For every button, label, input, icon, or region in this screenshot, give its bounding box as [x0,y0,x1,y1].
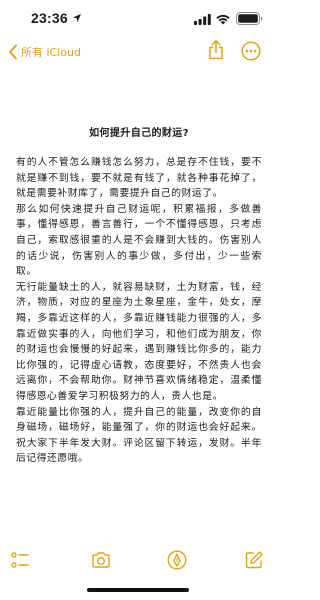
status-time: 23:36 [31,10,68,26]
back-button[interactable]: 所有 iCloud [8,42,81,62]
cellular-signal-icon [194,14,211,25]
camera-icon[interactable] [91,550,111,570]
battery-icon [236,12,263,25]
compose-icon[interactable] [244,550,264,570]
note-paragraph: 无行能量缺土的人，就容易缺财，土为财富，钱，经济，物质，对应的星座为土象星座，金… [16,281,262,402]
navigation-bar: 所有 iCloud [0,36,276,66]
note-paragraph: 有的人不管怎么赚钱怎么努力，总是存不住钱，要不就是赚不到钱，要不就是有钱了，就各… [16,157,262,200]
markup-pen-icon[interactable] [167,550,187,570]
checklist-icon[interactable] [10,550,30,570]
home-indicator[interactable] [87,588,189,592]
wifi-icon [216,14,230,25]
bottom-toolbar [0,540,276,580]
note-body[interactable]: 如何提升自己的财运? 有的人不管怎么赚钱怎么努力，总是存不住钱，要不就是赚不到钱… [16,66,262,467]
chevron-left-icon [9,44,17,60]
share-icon[interactable] [208,40,224,60]
note-title: 如何提升自己的财运? [89,128,189,139]
note-paragraph: 那么如何快速提升自己财运呢，积累福报，多做善事，懂得感恩，善言善行，一个不懂得感… [16,203,262,278]
status-bar: 23:36 [0,0,276,36]
note-paragraph: 靠近能量比你强的人，提升自己的能量，改变你的自身磁场，磁场好，能量强了，你的财运… [16,406,262,465]
back-button-label: 所有 iCloud [21,46,81,59]
location-arrow-icon [73,14,81,22]
more-ellipsis-icon[interactable] [241,41,261,61]
